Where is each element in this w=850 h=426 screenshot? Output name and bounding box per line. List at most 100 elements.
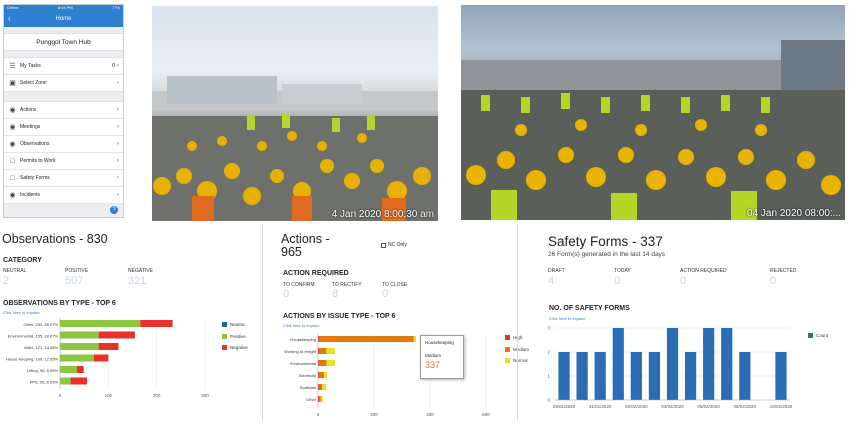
safety-expand-link[interactable]: Click here to expand [549, 316, 585, 321]
photo-timestamp: 04 Jan 2020 08:00:... [747, 208, 841, 219]
nc-only-checkbox[interactable]: NC Only [381, 242, 407, 248]
bar-segment-positive [60, 331, 99, 339]
observations-expand-link[interactable]: Click here to expand [3, 310, 39, 315]
bar [558, 352, 570, 400]
bar-segment-positive [60, 366, 77, 373]
stat-label-action-required: ACTION REQUIRED [680, 268, 727, 274]
menu-item-my-tasks[interactable]: ☰ My Tasks 0 › [4, 58, 123, 75]
tasks-count: 0 [112, 63, 115, 69]
y-tick-label: 0 [547, 398, 550, 403]
bar-segment-negative [70, 377, 88, 385]
stat-value-to-close: 0 [382, 288, 389, 300]
category-label: House Keeping, 100, 12.05% [6, 357, 58, 362]
x-tick-label: 31/01/2020 [589, 404, 612, 409]
category-label: Electricity [299, 373, 316, 378]
category-label: Other, 233, 28.07% [24, 322, 59, 327]
menu-item-select-zone[interactable]: ▣ Select Zone › [4, 75, 123, 92]
stat-value-rejected: 0 [770, 275, 777, 287]
legend-negative: Negative [222, 345, 248, 350]
photo-timestamp: 4 Jan 2020 8:00:30 am [331, 209, 434, 220]
hub-selector[interactable]: Punggol Town Hub [4, 33, 123, 51]
menu-item-label: Meetings [20, 124, 41, 130]
legend-neutral: Neutral [222, 322, 245, 327]
stat-value-neutral: 2 [3, 275, 10, 287]
crowd-illustration [152, 76, 438, 221]
stat-label-negative: NEGATIVE [128, 268, 153, 274]
chevron-right-icon: › [117, 80, 119, 86]
menu-item-label: Select Zone [20, 80, 47, 86]
hub-name: Punggol Town Hub [36, 38, 91, 46]
menu-item-observations[interactable]: ◉ Observations › [4, 136, 123, 153]
help-icon[interactable]: ? [110, 206, 118, 214]
bar-segment-medium [319, 396, 321, 402]
tooltip-series: Medium [425, 353, 442, 358]
stat-value-today: 0 [614, 275, 621, 287]
bar-segment-medium [319, 336, 414, 342]
chevron-right-icon: › [117, 175, 119, 181]
bar-segment-medium [319, 384, 323, 390]
checklist-icon: ☰ [9, 63, 16, 70]
x-tick-label: 300 [201, 393, 209, 398]
menu-item-incidents[interactable]: ◉ Incidents › [4, 187, 123, 204]
stat-value-to-rectify: 8 [332, 288, 339, 300]
category-label: Working At Height [284, 349, 317, 354]
safety-forms-subtitle: 26 Form(s) generated in the last 14 days [548, 251, 666, 258]
y-tick-label: 3 [547, 326, 550, 331]
actions-count: 965 [281, 245, 302, 259]
y-tick-label: 2 [547, 350, 550, 355]
bar [612, 328, 624, 400]
bar-segment-negative [93, 354, 109, 362]
category-label: PPE, 56, 6.53% [30, 380, 59, 385]
x-tick-label: 0 [59, 393, 62, 398]
legend-count: Count [808, 333, 828, 338]
chevron-right-icon: › [117, 158, 119, 164]
nc-only-label: NC Only [388, 242, 407, 248]
bar-segment-normal [322, 384, 327, 390]
chevron-right-icon: › [117, 192, 119, 198]
y-tick-label: 1 [547, 374, 550, 379]
menu-item-actions[interactable]: ◉ Actions › [4, 102, 123, 119]
category-label: Environmental, 155, 18.67% [8, 334, 59, 339]
stat-label-neutral: NEUTRAL [3, 268, 27, 274]
menu-item-safety-forms[interactable]: □ Safety Forms › [4, 170, 123, 187]
tooltip-title: Housekeeping [425, 340, 454, 345]
actions-by-issue-chart: 0 200 400 600 Housekeeping Working At Height E… [284, 334, 490, 417]
legend-label: Normal [513, 358, 528, 363]
menu-group-tasks: ☰ My Tasks 0 › ▣ Select Zone › [4, 57, 123, 92]
stat-value-draft: 4 [548, 275, 555, 287]
map-icon: ▣ [9, 80, 16, 87]
menu-item-meetings[interactable]: ◉ Meetings › [4, 119, 123, 136]
document-icon: □ [10, 174, 15, 182]
chevron-right-icon: › [117, 107, 119, 113]
legend-label: Positive [230, 334, 246, 339]
bar-segment-positive [60, 320, 141, 327]
observations-by-type-chart: 0 100 200 300 Other, 233, 28.07% Environmenta… [6, 318, 209, 398]
bar [721, 328, 733, 400]
actions-chart-heading: ACTIONS BY ISSUE TYPE - TOP 6 [283, 313, 396, 320]
bar-segment-normal [326, 348, 335, 354]
bar [576, 352, 588, 400]
menu-item-label: Actions [20, 107, 37, 113]
bar [775, 352, 787, 400]
site-briefing-photo-left: 4 Jan 2020 8:00:30 am [152, 6, 438, 221]
category-label: Environmental [290, 361, 316, 366]
category-label: Housekeeping [290, 337, 316, 342]
x-tick-label: 100 [105, 393, 113, 398]
eye-icon: ◉ [9, 192, 16, 199]
back-chevron-icon[interactable]: ‹ [8, 14, 11, 23]
actions-expand-link[interactable]: Click here to expand [283, 323, 319, 328]
stat-label-draft: DRAFT [548, 268, 565, 274]
bar-segment-medium [319, 372, 325, 378]
legend-label: Medium [513, 347, 530, 352]
document-icon: □ [10, 157, 15, 165]
chart-tooltip: Housekeeping Medium 337 [420, 335, 464, 379]
crowd-illustration [461, 40, 845, 220]
eye-icon: ◉ [9, 124, 16, 131]
action-required-heading: ACTION REQUIRED [283, 270, 349, 277]
menu-item-permits[interactable]: □ Permits to Work › [4, 153, 123, 170]
bar-segment-normal [320, 396, 324, 402]
mobile-app-screen: Online 8:04 PM 77% ‹ Home Punggol Town H… [3, 4, 124, 218]
x-tick-label: 08/02/2020 [734, 404, 757, 409]
tooltip-value: 337 [425, 360, 441, 370]
x-tick-label: 200 [370, 412, 378, 417]
